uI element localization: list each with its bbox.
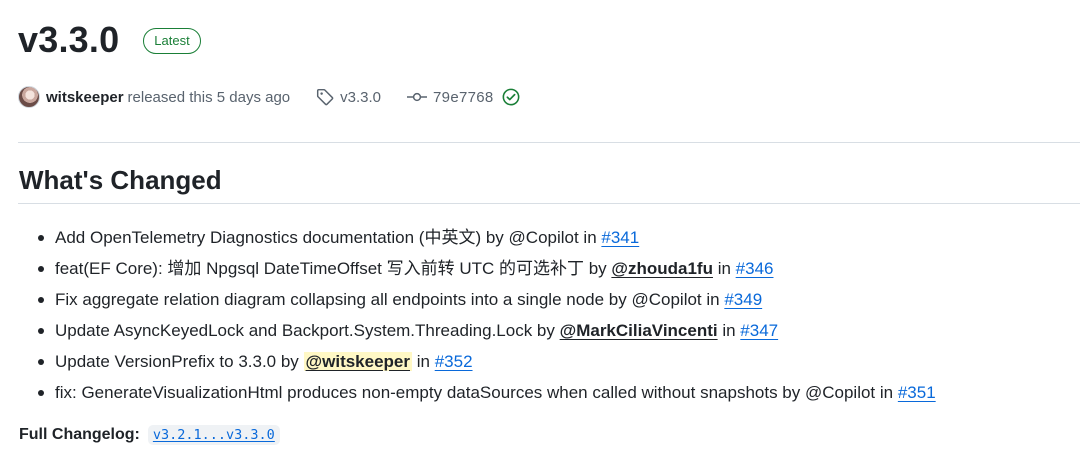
pr-link[interactable]: #351 (898, 383, 936, 402)
list-item: Update AsyncKeyedLock and Backport.Syste… (38, 315, 936, 346)
list-item: Fix aggregate relation diagram collapsin… (38, 284, 936, 315)
change-text: feat(EF Core): 增加 Npgsql DateTimeOffset … (55, 259, 612, 278)
change-text: Update AsyncKeyedLock and Backport.Syste… (55, 321, 560, 340)
bullet (38, 328, 44, 334)
check-circle-icon[interactable] (502, 88, 520, 106)
bullet (38, 297, 44, 303)
change-text-mid: in (712, 259, 736, 278)
pr-link[interactable]: #349 (724, 290, 762, 309)
change-text: Update VersionPrefix to 3.3.0 by (55, 352, 304, 371)
bullet (38, 266, 44, 272)
mention-link-highlighted[interactable]: @witskeeper (303, 352, 413, 371)
commit-link[interactable]: 79e7768 (433, 89, 494, 106)
avatar[interactable] (18, 86, 40, 108)
change-text-mid: in (717, 321, 741, 340)
pr-link[interactable]: #346 (736, 259, 774, 278)
bullet (38, 235, 44, 241)
list-item: feat(EF Core): 增加 Npgsql DateTimeOffset … (38, 253, 936, 284)
change-text: Add OpenTelemetry Diagnostics documentat… (55, 228, 602, 247)
release-title: v3.3.0 (18, 19, 120, 60)
pr-link[interactable]: #352 (435, 352, 473, 371)
change-text-mid: in (412, 352, 435, 371)
changes-list: Add OpenTelemetry Diagnostics documentat… (38, 222, 936, 408)
latest-badge: Latest (143, 28, 201, 54)
list-item: Add OpenTelemetry Diagnostics documentat… (38, 222, 936, 253)
list-item: Update VersionPrefix to 3.3.0 by @witske… (38, 346, 936, 377)
mention-link[interactable]: @MarkCiliaVincenti (560, 321, 718, 340)
release-header: v3.3.0 Latest (18, 18, 201, 62)
bullet (38, 390, 44, 396)
change-text: fix: GenerateVisualizationHtml produces … (55, 383, 898, 402)
released-text: released this 5 days ago (127, 88, 291, 106)
mention-link[interactable]: @zhouda1fu (611, 259, 713, 278)
author-link[interactable]: witskeeper (46, 89, 124, 106)
change-text: Fix aggregate relation diagram collapsin… (55, 290, 725, 309)
list-item: fix: GenerateVisualizationHtml produces … (38, 377, 936, 408)
bullet (38, 359, 44, 365)
divider (18, 142, 1080, 143)
heading-divider (18, 203, 1080, 204)
pr-link[interactable]: #341 (601, 228, 639, 247)
pr-link[interactable]: #347 (740, 321, 778, 340)
section-heading: What's Changed (19, 165, 222, 195)
changelog-label: Full Changelog: (19, 426, 140, 443)
full-changelog: Full Changelog: v3.2.1...v3.3.0 (19, 425, 280, 445)
release-meta: witskeeper released this 5 days ago v3.3… (18, 84, 526, 110)
tag-icon (316, 88, 334, 106)
git-commit-icon (407, 90, 428, 104)
tag-link[interactable]: v3.3.0 (340, 89, 381, 106)
compare-link[interactable]: v3.2.1...v3.3.0 (147, 425, 280, 445)
